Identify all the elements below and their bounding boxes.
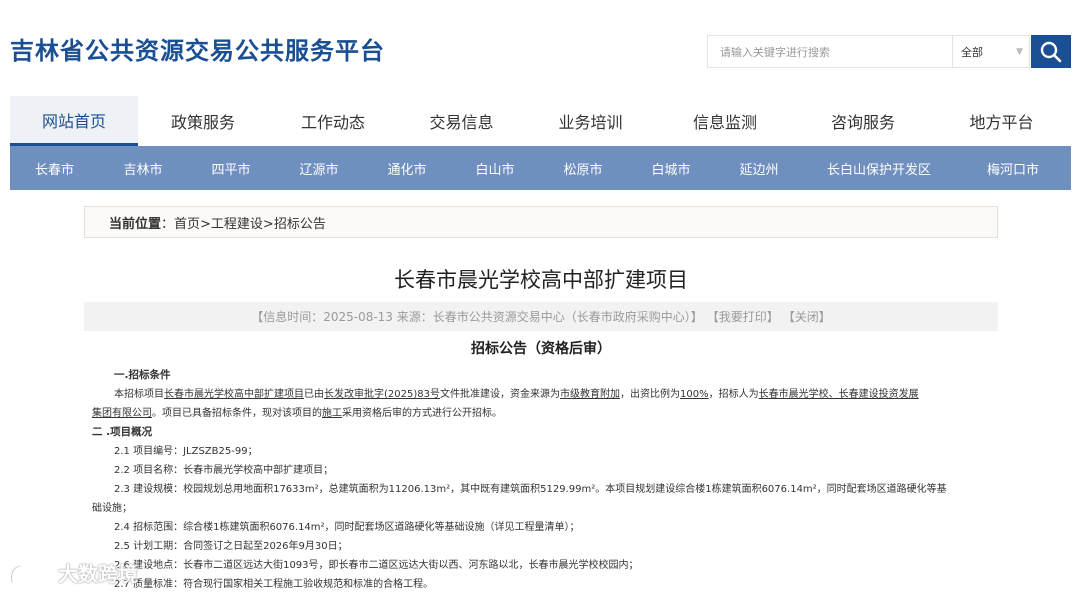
- search-icon: [1040, 41, 1062, 62]
- section-heading: 一.招标条件: [114, 369, 171, 381]
- city-songyuan[interactable]: 松原市: [539, 159, 627, 178]
- logo-icon: [10, 562, 48, 583]
- main-nav: 网站首页 政策服务 工作动态 交易信息 业务培训 信息监测 咨询服务 地方平台: [10, 96, 1071, 146]
- list-item: 2.1 项目编号：JLZSZB25-99；: [114, 446, 258, 457]
- list-item: 2.2 项目名称：长春市晨光学校高中部扩建项目；: [114, 465, 334, 476]
- city-baishan[interactable]: 白山市: [451, 159, 539, 178]
- nav-item-consulting[interactable]: 咨询服务: [794, 96, 932, 146]
- city-tonghua[interactable]: 通化市: [363, 159, 451, 178]
- close-link[interactable]: 【关闭】: [783, 308, 831, 325]
- search-input[interactable]: 请输入关键字进行搜索: [707, 35, 952, 68]
- nav-item-trade-info[interactable]: 交易信息: [398, 96, 525, 146]
- city-bar: 长春市 吉林市 四平市 辽源市 通化市 白山市 松原市 白城市 延边州 长白山保…: [10, 146, 1071, 190]
- city-liaoyuan[interactable]: 辽源市: [275, 159, 363, 178]
- list-item: 2.3 建设规模：校园规划总用地面积17633m²，总建筑面积为11206.13…: [114, 484, 947, 495]
- underlined-text: 长春市晨光学校、长春建设投资发展: [758, 389, 919, 400]
- text-run: 本招标项目: [114, 389, 164, 400]
- city-meihekou[interactable]: 梅河口市: [955, 159, 1071, 178]
- search-scope-select[interactable]: 全部 ▼: [952, 35, 1030, 68]
- search-button[interactable]: [1031, 35, 1071, 68]
- underlined-text: 集团有限公司: [92, 408, 152, 419]
- list-item: 2.7 质量标准：符合现行国家相关工程施工验收规范和标准的合格工程。: [114, 579, 434, 590]
- article-body: 一.招标条件 本招标项目长春市晨光学校高中部扩建项目已由长发改审批字(2025)…: [92, 366, 990, 594]
- section-heading: 二 .项目概况: [92, 426, 153, 438]
- search-scope-value: 全部: [961, 45, 983, 59]
- underlined-text: 长春市晨光学校高中部扩建项目: [164, 389, 304, 400]
- city-changbaishan[interactable]: 长白山保护开发区: [803, 159, 955, 178]
- site-title[interactable]: 吉林省公共资源交易公共服务平台: [10, 31, 385, 66]
- chevron-down-icon: ▼: [1016, 46, 1023, 57]
- nav-item-home[interactable]: 网站首页: [10, 96, 138, 146]
- text-run: 。项目已具备招标条件，现对该项目的: [152, 408, 322, 419]
- meta-info: 【信息时间：2025-08-13 来源：长春市公共资源交易中心（长春市政府采购中…: [251, 310, 703, 324]
- underlined-text: 市级教育附加: [559, 389, 620, 400]
- city-jilin[interactable]: 吉林市: [99, 159, 187, 178]
- nav-item-monitoring[interactable]: 信息监测: [656, 96, 794, 146]
- breadcrumb: 当前位置 ： 首页>工程建设>招标公告: [84, 206, 998, 238]
- list-item: 2.4 招标范围：综合楼1栋建筑面积6076.14m²，同时配套场区道路硬化等基…: [114, 522, 580, 533]
- breadcrumb-label: 当前位置: [109, 216, 162, 232]
- city-baicheng[interactable]: 白城市: [627, 159, 715, 178]
- notice-subtitle: 招标公告（资格后审）: [471, 341, 611, 357]
- underlined-text: 100%: [679, 389, 709, 400]
- text-run: ，出资比例为: [619, 389, 680, 400]
- watermark-text: 大数跨境: [58, 562, 138, 586]
- text-run: 已由: [304, 389, 324, 400]
- article-title: 长春市晨光学校高中部扩建项目: [394, 268, 688, 292]
- text-run: 文件批准建设，资金来源为: [439, 389, 560, 400]
- text-run: 采用资格后审的方式进行公开招标。: [342, 408, 502, 419]
- list-item-continuation: 础设施；: [92, 503, 132, 514]
- city-changchun[interactable]: 长春市: [10, 159, 99, 178]
- underlined-text: 施工: [322, 408, 342, 419]
- list-item: 2.6 建设地点：长春市二道区远达大街1093号，即长春市二道区远达大街以西、河…: [114, 560, 639, 571]
- nav-item-local-platform[interactable]: 地方平台: [932, 96, 1071, 146]
- list-item: 2.5 计划工期：合同签订之日起至2026年9月30日；: [114, 541, 348, 552]
- breadcrumb-path[interactable]: 首页>工程建设>招标公告: [174, 213, 326, 232]
- underlined-text: 长发改审批字(2025)83号: [324, 389, 440, 400]
- text-run: ，招标人为: [708, 389, 759, 400]
- watermark: 大数跨境: [8, 558, 138, 587]
- nav-item-work-news[interactable]: 工作动态: [268, 96, 398, 146]
- print-link[interactable]: 【我要打印】: [707, 308, 779, 325]
- nav-item-policy[interactable]: 政策服务: [138, 96, 268, 146]
- nav-item-training[interactable]: 业务培训: [525, 96, 656, 146]
- city-siping[interactable]: 四平市: [187, 159, 275, 178]
- city-yanbian[interactable]: 延边州: [715, 159, 803, 178]
- article-meta: 【信息时间：2025-08-13 来源：长春市公共资源交易中心（长春市政府采购中…: [84, 302, 998, 331]
- search-placeholder: 请输入关键字进行搜索: [720, 45, 830, 59]
- paragraph: 本招标项目长春市晨光学校高中部扩建项目已由长发改审批字(2025)83号文件批准…: [92, 385, 990, 423]
- breadcrumb-colon: ：: [161, 216, 175, 232]
